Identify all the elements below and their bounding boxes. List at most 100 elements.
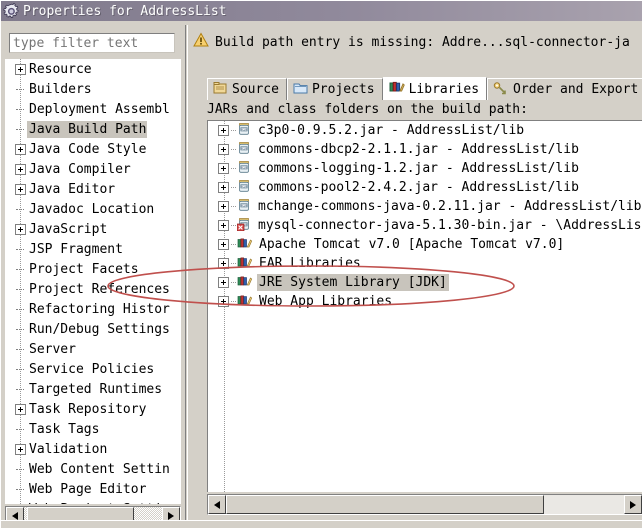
sidebar-item-label: Project Facets (29, 261, 139, 277)
expand-plus-icon[interactable] (218, 220, 229, 231)
jar-list-row[interactable]: JRE System Library [JDK] (208, 273, 642, 292)
sidebar-item-server[interactable]: Server (5, 339, 181, 359)
tree-leaf-icon (15, 84, 26, 95)
tab-order-and-export[interactable]: Order and Export (487, 78, 642, 100)
sidebar-item-javascript[interactable]: JavaScript (5, 219, 181, 239)
properties-dialog: Properties for AddressList Resource Build… (0, 0, 642, 528)
tree-leaf-icon (15, 504, 26, 505)
sidebar-item-web-content-settin[interactable]: Web Content Settin (5, 459, 181, 479)
expand-plus-icon[interactable] (218, 125, 229, 136)
project-folder-icon (293, 81, 308, 99)
filter-input[interactable] (9, 33, 175, 53)
jar-list-row[interactable]: 010 mchange-commons-java-0.2.11.jar - Add… (208, 197, 642, 216)
jar-entry-label: commons-logging-1.2.jar - AddressList/li… (258, 161, 579, 176)
jar-list-row[interactable]: 010 commons-logging-1.2.jar - AddressList… (208, 159, 642, 178)
sidebar-item-label: Java Code Style (29, 141, 147, 157)
library-icon (237, 235, 253, 254)
jar-entry-label: mysql-connector-java-5.1.30-bin.jar - \A… (258, 218, 642, 233)
warning-message: Build path entry is missing: Addre...sql… (215, 34, 630, 50)
expand-plus-icon[interactable] (218, 201, 229, 212)
sidebar-item-java-code-style[interactable]: Java Code Style (5, 139, 181, 159)
expand-plus-icon[interactable] (218, 144, 229, 155)
sidebar-item-label: JSP Fragment (29, 241, 123, 257)
jar-list-row[interactable]: Web App Libraries (208, 292, 642, 311)
expand-plus-icon[interactable] (218, 296, 229, 307)
tree-leaf-icon (15, 324, 26, 335)
sidebar-item-java-compiler[interactable]: Java Compiler (5, 159, 181, 179)
jar-list-row[interactable]: 010 commons-pool2-2.4.2.jar - AddressList… (208, 178, 642, 197)
chevron-left-icon (214, 500, 220, 509)
jar-list[interactable]: 010 c3p0-0.9.5.2.jar - AddressList/lib 010… (207, 120, 642, 492)
tab-source[interactable]: Source (207, 78, 287, 100)
expand-plus-icon[interactable] (15, 443, 26, 455)
expand-plus-icon[interactable] (15, 403, 26, 415)
expand-plus-icon[interactable] (15, 163, 26, 175)
jar-list-row[interactable]: EAR Libraries (208, 254, 642, 273)
tree-leaf-icon (15, 124, 26, 135)
build-path-tabs[interactable]: Source Projects Libraries Order and Export (207, 77, 642, 100)
main-scroll-left-button[interactable] (208, 495, 226, 514)
jar-list-caption: JARs and class folders on the build path… (207, 102, 528, 117)
sidebar-item-jsp-fragment[interactable]: JSP Fragment (5, 239, 181, 259)
expand-plus-icon[interactable] (218, 258, 229, 269)
sidebar-item-label: Java Editor (29, 181, 116, 197)
sidebar-item-run-debug-settings[interactable]: Run/Debug Settings (5, 319, 181, 339)
sidebar-item-javadoc-location[interactable]: Javadoc Location (5, 199, 181, 219)
sidebar-item-builders[interactable]: Builders (5, 79, 181, 99)
tab-projects[interactable]: Projects (286, 78, 383, 100)
main-horizontal-scrollbar[interactable] (207, 494, 642, 515)
tab-libraries[interactable]: Libraries (382, 77, 488, 100)
expand-plus-icon[interactable] (218, 277, 229, 288)
sidebar-item-label: Deployment Assembl (29, 101, 170, 117)
sidebar-item-task-repository[interactable]: Task Repository (5, 399, 181, 419)
jar-list-row[interactable]: 010 mysql-connector-java-5.1.30-bin.jar -… (208, 216, 642, 235)
pane-divider[interactable] (185, 25, 188, 525)
jar-entry-label: Web App Libraries (259, 294, 393, 309)
sidebar-item-web-project-settin[interactable]: Web Project Settin (5, 499, 181, 505)
sidebar-item-validation[interactable]: Validation (5, 439, 181, 459)
expand-plus-icon[interactable] (218, 163, 229, 174)
jar-list-row[interactable]: 010 c3p0-0.9.5.2.jar - AddressList/lib (208, 121, 642, 140)
library-icon (237, 273, 253, 292)
expand-plus-icon[interactable] (218, 182, 229, 193)
sidebar-item-java-build-path[interactable]: Java Build Path (5, 119, 181, 139)
expand-plus-icon[interactable] (15, 183, 26, 195)
tree-connector-line (231, 225, 236, 226)
expand-plus-icon[interactable] (15, 63, 26, 75)
jar-list-row[interactable]: 010 commons-dbcp2-2.1.1.jar - AddressList… (208, 140, 642, 159)
sidebar-item-label: Web Content Settin (29, 461, 170, 477)
sidebar-item-label: Java Compiler (29, 161, 131, 177)
jar-list-row[interactable]: Apache Tomcat v7.0 [Apache Tomcat v7.0] (208, 235, 642, 254)
library-icon (237, 292, 253, 311)
sidebar-item-project-facets[interactable]: Project Facets (5, 259, 181, 279)
sidebar-item-label: Run/Debug Settings (29, 321, 170, 337)
main-scroll-thumb[interactable] (226, 495, 545, 514)
tree-connector-line (231, 130, 236, 131)
expand-plus-icon[interactable] (15, 223, 26, 235)
settings-tree[interactable]: Resource Builders Deployment Assembl Java B… (5, 59, 181, 504)
sidebar-item-task-tags[interactable]: Task Tags (5, 419, 181, 439)
sidebar-item-targeted-runtimes[interactable]: Targeted Runtimes (5, 379, 181, 399)
tree-leaf-icon (15, 424, 26, 435)
tab-label: Libraries (408, 81, 480, 97)
sidebar-item-web-page-editor[interactable]: Web Page Editor (5, 479, 181, 499)
expand-plus-icon[interactable] (218, 239, 229, 250)
tree-leaf-icon (15, 244, 26, 255)
sidebar-item-label: Web Project Settin (27, 501, 171, 505)
library-icon (237, 254, 253, 273)
main-scroll-right-button[interactable] (624, 495, 642, 514)
sidebar-item-label: Task Tags (29, 421, 100, 437)
tree-leaf-icon (15, 264, 26, 275)
sidebar-item-java-editor[interactable]: Java Editor (5, 179, 181, 199)
tree-connector-line (231, 282, 236, 283)
main-scroll-track[interactable] (226, 495, 624, 514)
window-titlebar: Properties for AddressList (1, 1, 642, 21)
sidebar-item-refactoring-histor[interactable]: Refactoring Histor (5, 299, 181, 319)
tree-connector-line (231, 263, 236, 264)
sidebar-item-deployment-assembl[interactable]: Deployment Assembl (5, 99, 181, 119)
expand-plus-icon[interactable] (15, 143, 26, 155)
sidebar-item-service-policies[interactable]: Service Policies (5, 359, 181, 379)
sidebar-item-project-references[interactable]: Project References (5, 279, 181, 299)
window-bottom-edge (1, 520, 642, 528)
sidebar-item-resource[interactable]: Resource (5, 59, 181, 79)
